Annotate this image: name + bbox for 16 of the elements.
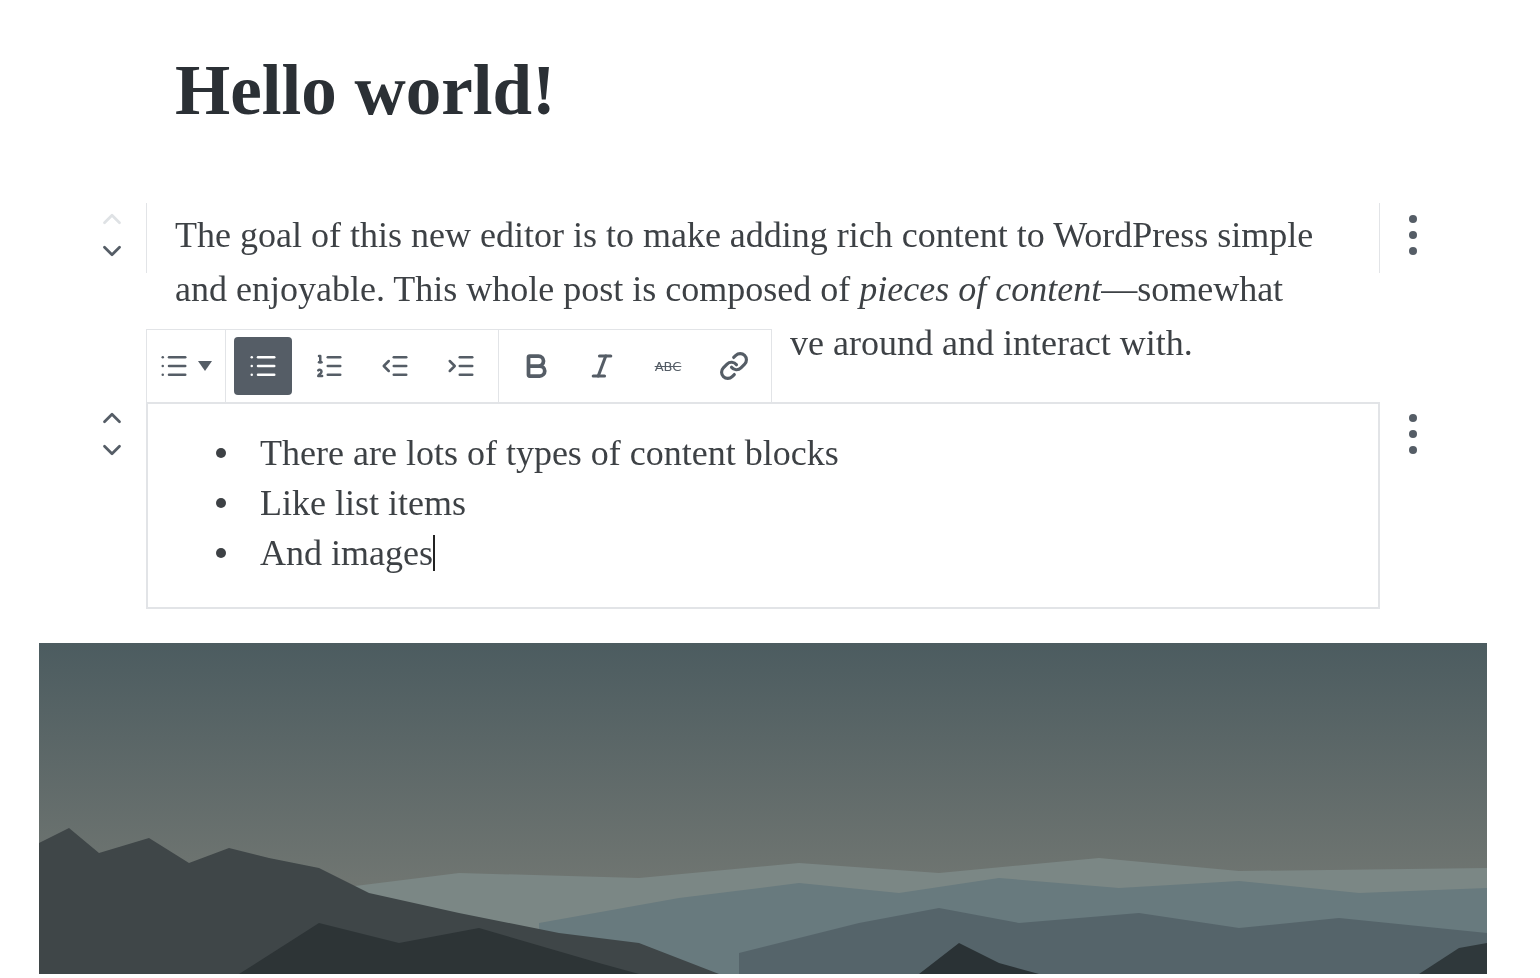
bullet-icon [216,498,226,508]
list-item[interactable]: There are lots of types of content blocks [260,432,839,474]
paragraph-line: The goal of this new editor is to make adding rich content to WordPress simple [175,214,1314,257]
list-block[interactable]: There are lots of types of content blocks Like list items And images [146,402,1380,609]
link-icon [719,351,749,381]
list-item[interactable]: Like list items [260,482,466,524]
text-cursor [432,535,435,571]
post-title[interactable]: Hello world! [175,52,1540,128]
bullet-icon [216,448,226,458]
list-item[interactable]: And images [260,532,433,574]
paragraph-line: and enjoyable. This whole post is composed of pieces of content—somewhat [175,268,1284,311]
dropdown-caret-icon [197,360,213,372]
strikethrough-button[interactable]: ABC [639,337,697,395]
paragraph-line: ve around and interact with. [790,322,1193,365]
bullet-icon [216,548,226,558]
bullet-list-button[interactable] [234,337,292,395]
